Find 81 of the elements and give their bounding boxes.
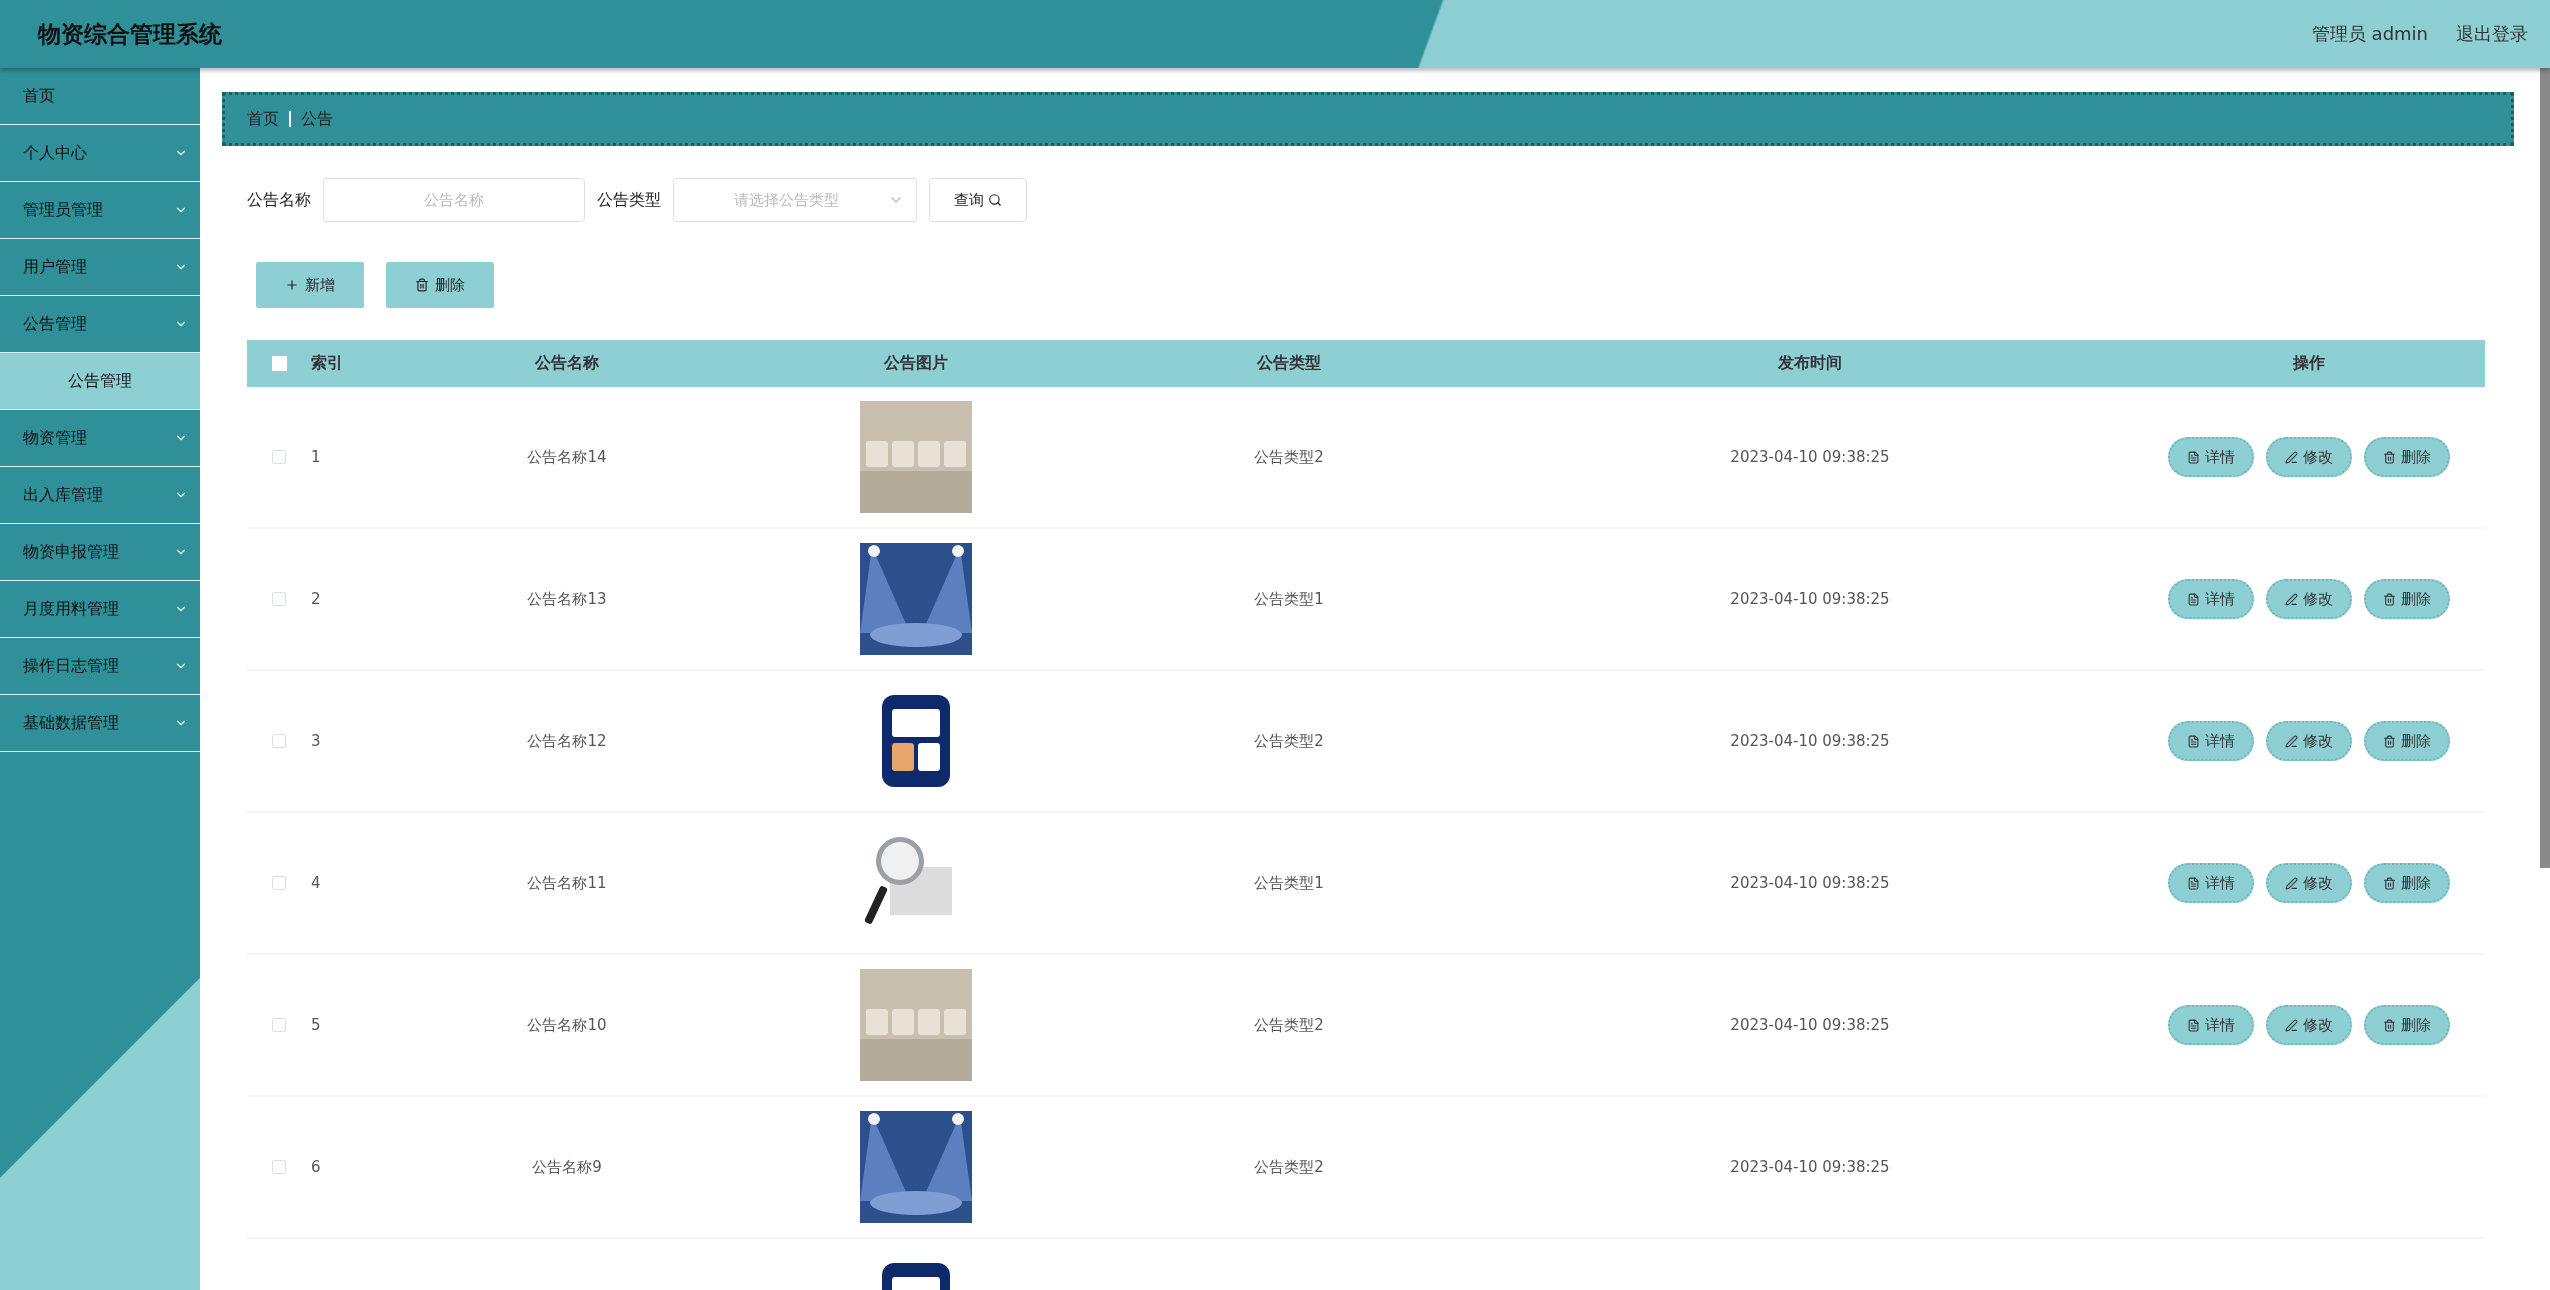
delete-button[interactable]: 删除 (2364, 579, 2450, 619)
delete-button[interactable]: 删除 (2364, 721, 2450, 761)
trash-icon (415, 278, 429, 292)
table-cell-text: 5 (311, 1016, 322, 1034)
column-header: 公告类型 (1256, 353, 1322, 374)
column-header: 公告图片 (883, 353, 949, 374)
delete-button[interactable]: 删除 (2364, 1005, 2450, 1045)
document-icon (2187, 876, 2200, 890)
select-all-checkbox[interactable] (271, 356, 287, 371)
trash-icon (2383, 1018, 2396, 1032)
table-cell-text: 公告类型2 (1253, 1015, 1325, 1035)
breadcrumb-link[interactable]: 首页 (247, 108, 279, 130)
query-button[interactable]: 查询 (929, 178, 1027, 222)
table-cell-text: 2023-04-10 09:38:25 (1729, 1016, 1891, 1034)
document-icon (2187, 592, 2200, 606)
pencil-icon (2285, 734, 2298, 748)
trash-icon (2383, 592, 2396, 606)
table-cell-text: 公告类型2 (1253, 447, 1325, 467)
search-icon (988, 193, 1002, 207)
delete-button[interactable]: 删除 (2364, 437, 2450, 477)
name-input[interactable]: 公告名称 (323, 178, 585, 222)
table-cell-text: 2023-04-10 09:38:25 (1729, 874, 1891, 892)
column-header: 操作 (2291, 353, 2326, 374)
user-label: 管理员 admin (2311, 22, 2428, 46)
table-cell-text: 公告名称10 (526, 1015, 608, 1035)
table-cell-text: 公告类型1 (1253, 873, 1325, 893)
table-cell-text: 2023-04-10 09:38:25 (1729, 590, 1891, 608)
delete-button[interactable]: 删除 (2364, 863, 2450, 903)
row-checkbox[interactable] (272, 734, 286, 748)
field-label: 公告名称 (247, 189, 311, 211)
pencil-icon (2285, 450, 2298, 464)
column-header: 索引 (311, 353, 344, 374)
detail-button[interactable]: 详情 (2168, 721, 2254, 761)
table-cell-text: 公告类型1 (1253, 589, 1325, 609)
row-checkbox[interactable] (272, 1160, 286, 1174)
table-cell-text: 3 (311, 732, 322, 750)
pencil-icon (2285, 876, 2298, 890)
edit-button[interactable]: 修改 (2266, 721, 2352, 761)
edit-button[interactable]: 修改 (2266, 579, 2352, 619)
detail-button[interactable]: 详情 (2168, 1005, 2254, 1045)
app-title: 物资综合管理系统 (38, 19, 222, 49)
table-cell-text: 公告名称14 (526, 447, 608, 467)
pencil-icon (2285, 1018, 2298, 1032)
row-checkbox[interactable] (272, 1018, 286, 1032)
detail-button[interactable]: 详情 (2168, 437, 2254, 477)
breadcrumb-current: 公告 (301, 108, 333, 130)
row-checkbox[interactable] (272, 592, 286, 606)
table-cell-text: 2023-04-10 09:38:25 (1729, 448, 1891, 466)
table-cell-text: 1 (311, 448, 322, 466)
column-header: 公告名称 (534, 353, 600, 374)
trash-icon (2383, 734, 2396, 748)
field-label: 公告类型 (597, 189, 661, 211)
trash-icon (2383, 876, 2396, 890)
edit-button[interactable]: 修改 (2266, 437, 2352, 477)
plus-icon (285, 278, 299, 292)
table-cell-text: 2023-04-10 09:38:25 (1729, 1158, 1891, 1176)
table-cell-text: 2 (311, 590, 322, 608)
document-icon (2187, 450, 2200, 464)
column-header: 发布时间 (1777, 353, 1843, 374)
table-cell-text: 4 (311, 874, 322, 892)
document-icon (2187, 734, 2200, 748)
table-cell-text: 公告名称11 (526, 873, 608, 893)
edit-button[interactable]: 修改 (2266, 1005, 2352, 1045)
table-cell-text: 公告名称12 (526, 731, 608, 751)
table-cell-text: 公告类型2 (1253, 1157, 1325, 1177)
detail-button[interactable]: 详情 (2168, 863, 2254, 903)
scrollbar[interactable] (2540, 68, 2550, 868)
table-cell-text: 公告类型2 (1253, 731, 1325, 751)
table-cell-text: 公告名称13 (526, 589, 608, 609)
row-checkbox[interactable] (272, 450, 286, 464)
sidebar-subitem[interactable]: 公告管理 (0, 353, 200, 410)
detail-button[interactable]: 详情 (2168, 579, 2254, 619)
edit-button[interactable]: 修改 (2266, 863, 2352, 903)
row-checkbox[interactable] (272, 876, 286, 890)
table-cell-text: 公告名称9 (531, 1157, 603, 1177)
table-cell-text: 6 (311, 1158, 322, 1176)
trash-icon (2383, 450, 2396, 464)
logout-link[interactable]: 退出登录 (2456, 22, 2528, 46)
document-icon (2187, 1018, 2200, 1032)
table-cell-text: 2023-04-10 09:38:25 (1729, 732, 1891, 750)
pencil-icon (2285, 592, 2298, 606)
